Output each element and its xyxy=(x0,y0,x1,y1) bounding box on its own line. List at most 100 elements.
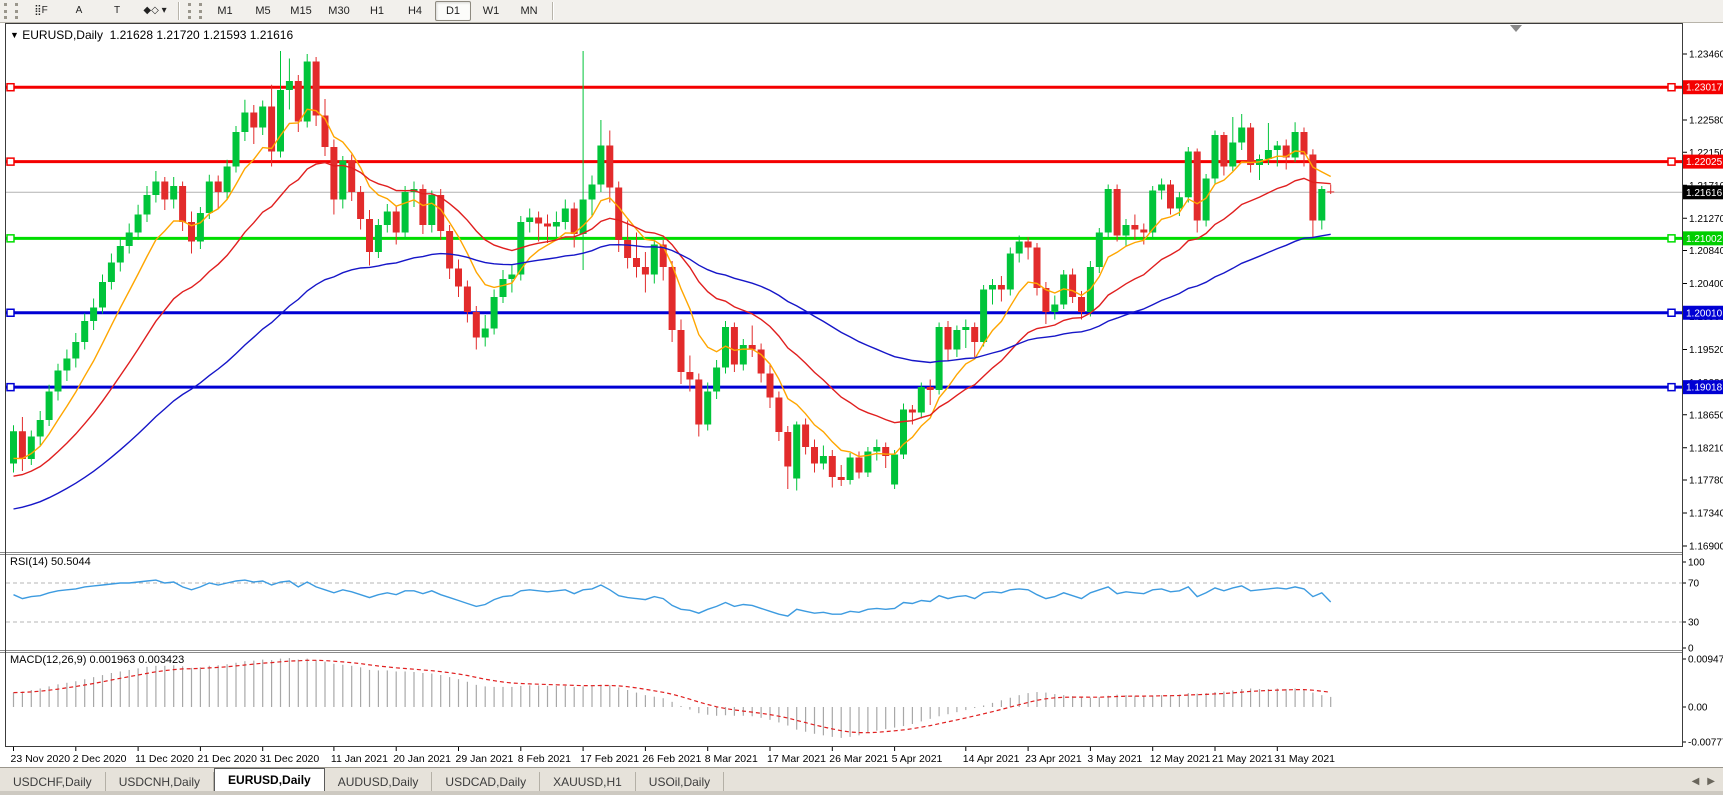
timeframe-button-m1[interactable]: M1 xyxy=(207,1,243,21)
tab-xauusd-h1[interactable]: XAUUSD,H1 xyxy=(540,772,636,792)
candle-body xyxy=(46,392,53,421)
line-drag-handle[interactable] xyxy=(1668,158,1675,165)
time-axis-label: 26 Mar 2021 xyxy=(829,753,888,765)
price-badge-label: 1.21616 xyxy=(1686,188,1723,199)
price-axis-label: 1.18650 xyxy=(1689,410,1723,421)
candle-body xyxy=(767,374,774,398)
candle-body xyxy=(1069,275,1076,298)
candle-body xyxy=(945,327,952,350)
text-box-icon[interactable]: T xyxy=(99,1,135,21)
price-axis-label: 1.21270 xyxy=(1689,214,1723,225)
candle-body xyxy=(1025,242,1032,248)
toolbar-separator xyxy=(552,2,554,20)
time-axis-label: 17 Feb 2021 xyxy=(580,753,639,765)
tab-usdcad-daily[interactable]: USDCAD,Daily xyxy=(432,772,540,792)
text-label-icon[interactable]: A xyxy=(61,1,97,21)
candle-body xyxy=(464,287,471,313)
timeframe-button-d1[interactable]: D1 xyxy=(435,1,471,21)
time-axis-label: 3 May 2021 xyxy=(1087,753,1142,765)
tab-usdcnh-daily[interactable]: USDCNH,Daily xyxy=(106,772,214,792)
candle-body xyxy=(161,182,168,200)
candle-body xyxy=(259,107,266,128)
time-axis-label: 20 Jan 2021 xyxy=(393,753,451,765)
timeframe-button-h1[interactable]: H1 xyxy=(359,1,395,21)
chart-window[interactable]: 1.234601.230201.225801.221501.217101.212… xyxy=(0,23,1723,767)
candle-body xyxy=(980,290,987,343)
chart-canvas[interactable]: 1.234601.230201.225801.221501.217101.212… xyxy=(0,23,1723,767)
line-drag-handle[interactable] xyxy=(1668,309,1675,316)
candle-body xyxy=(108,263,115,283)
candle-body xyxy=(286,81,293,90)
candle-body xyxy=(1327,191,1334,192)
shapes-icon[interactable]: ◆◇ ▾ xyxy=(137,1,173,21)
collapse-panel-icon[interactable]: ▼ xyxy=(10,30,19,40)
macd-axis-label: 0.00 xyxy=(1688,703,1708,714)
candle-body xyxy=(971,327,978,342)
candle-body xyxy=(624,240,631,258)
candle-body xyxy=(526,218,533,223)
candle-body xyxy=(63,359,70,371)
candle-body xyxy=(1051,305,1058,313)
time-axis-label: 8 Feb 2021 xyxy=(518,753,571,765)
candle-body xyxy=(1318,189,1325,221)
macd-axis-label: 0.009478 xyxy=(1688,655,1723,666)
tab-usoil-daily[interactable]: USOil,Daily xyxy=(636,772,724,792)
candle-body xyxy=(19,431,26,459)
tab-usdchf-daily[interactable]: USDCHF,Daily xyxy=(0,772,106,792)
candle-body xyxy=(802,425,809,448)
toolbar-drag-handle[interactable] xyxy=(4,3,18,19)
candle-body xyxy=(784,432,791,467)
line-drag-handle[interactable] xyxy=(1668,84,1675,91)
timeframe-button-h4[interactable]: H4 xyxy=(397,1,433,21)
plot-background[interactable] xyxy=(6,24,1682,746)
candle-body xyxy=(1158,185,1165,191)
line-drag-handle[interactable] xyxy=(1668,235,1675,242)
line-drag-handle[interactable] xyxy=(7,84,14,91)
timeframe-button-m15[interactable]: M15 xyxy=(283,1,319,21)
candle-body xyxy=(500,279,507,297)
line-drag-handle[interactable] xyxy=(1668,384,1675,391)
tab-scroll-left-icon[interactable]: ◀ xyxy=(1688,776,1704,787)
chart-title: ▼ EURUSD,Daily 1.21628 1.21720 1.21593 1… xyxy=(10,28,293,42)
candle-body xyxy=(144,195,151,215)
candle-body xyxy=(473,312,480,338)
timeframe-button-m5[interactable]: M5 xyxy=(245,1,281,21)
candle-body xyxy=(152,182,159,196)
candle-body xyxy=(918,387,925,413)
line-drag-handle[interactable] xyxy=(7,235,14,242)
tab-scroll-right-icon[interactable]: ▶ xyxy=(1703,776,1719,787)
top-toolbar: ⣿FAT◆◇ ▾ M1M5M15M30H1H4D1W1MN xyxy=(0,0,1723,23)
line-drag-handle[interactable] xyxy=(7,158,14,165)
tab-audusd-daily[interactable]: AUDUSD,Daily xyxy=(325,772,433,792)
line-drag-handle[interactable] xyxy=(7,384,14,391)
timeframe-button-mn[interactable]: MN xyxy=(511,1,547,21)
time-axis-label: 31 May 2021 xyxy=(1274,753,1335,765)
chart-symbol-period: EURUSD,Daily xyxy=(22,28,103,42)
drawing-tool-buttons: ⣿FAT◆◇ ▾ xyxy=(22,1,174,21)
chart-ohlc-values: 1.21628 1.21720 1.21593 1.21616 xyxy=(110,28,294,42)
crosshair-grid-icon[interactable]: ⣿F xyxy=(23,1,59,21)
price-badge-label: 1.23017 xyxy=(1686,83,1723,94)
timeframe-button-m30[interactable]: M30 xyxy=(321,1,357,21)
candle-body xyxy=(562,209,569,223)
candle-body xyxy=(81,321,88,342)
candle-body xyxy=(535,218,542,224)
timeframe-button-w1[interactable]: W1 xyxy=(473,1,509,21)
candle-body xyxy=(357,192,364,219)
tab-eurusd-daily[interactable]: EURUSD,Daily xyxy=(214,768,325,792)
toolbar-drag-handle[interactable] xyxy=(188,3,202,19)
candle-body xyxy=(224,167,231,193)
candle-body xyxy=(233,132,240,167)
candle-body xyxy=(348,161,355,193)
candle-body xyxy=(55,371,62,392)
tab-scroll-arrows: ◀ ▶ xyxy=(1688,770,1723,792)
candle-body xyxy=(1114,189,1121,236)
candle-body xyxy=(838,477,845,480)
candle-body xyxy=(1007,254,1014,290)
line-drag-handle[interactable] xyxy=(7,309,14,316)
candle-body xyxy=(375,225,382,252)
candle-body xyxy=(704,392,711,425)
candle-body xyxy=(615,188,622,241)
timeframe-buttons: M1M5M15M30H1H4D1W1MN xyxy=(206,1,548,21)
candle-body xyxy=(686,372,693,380)
